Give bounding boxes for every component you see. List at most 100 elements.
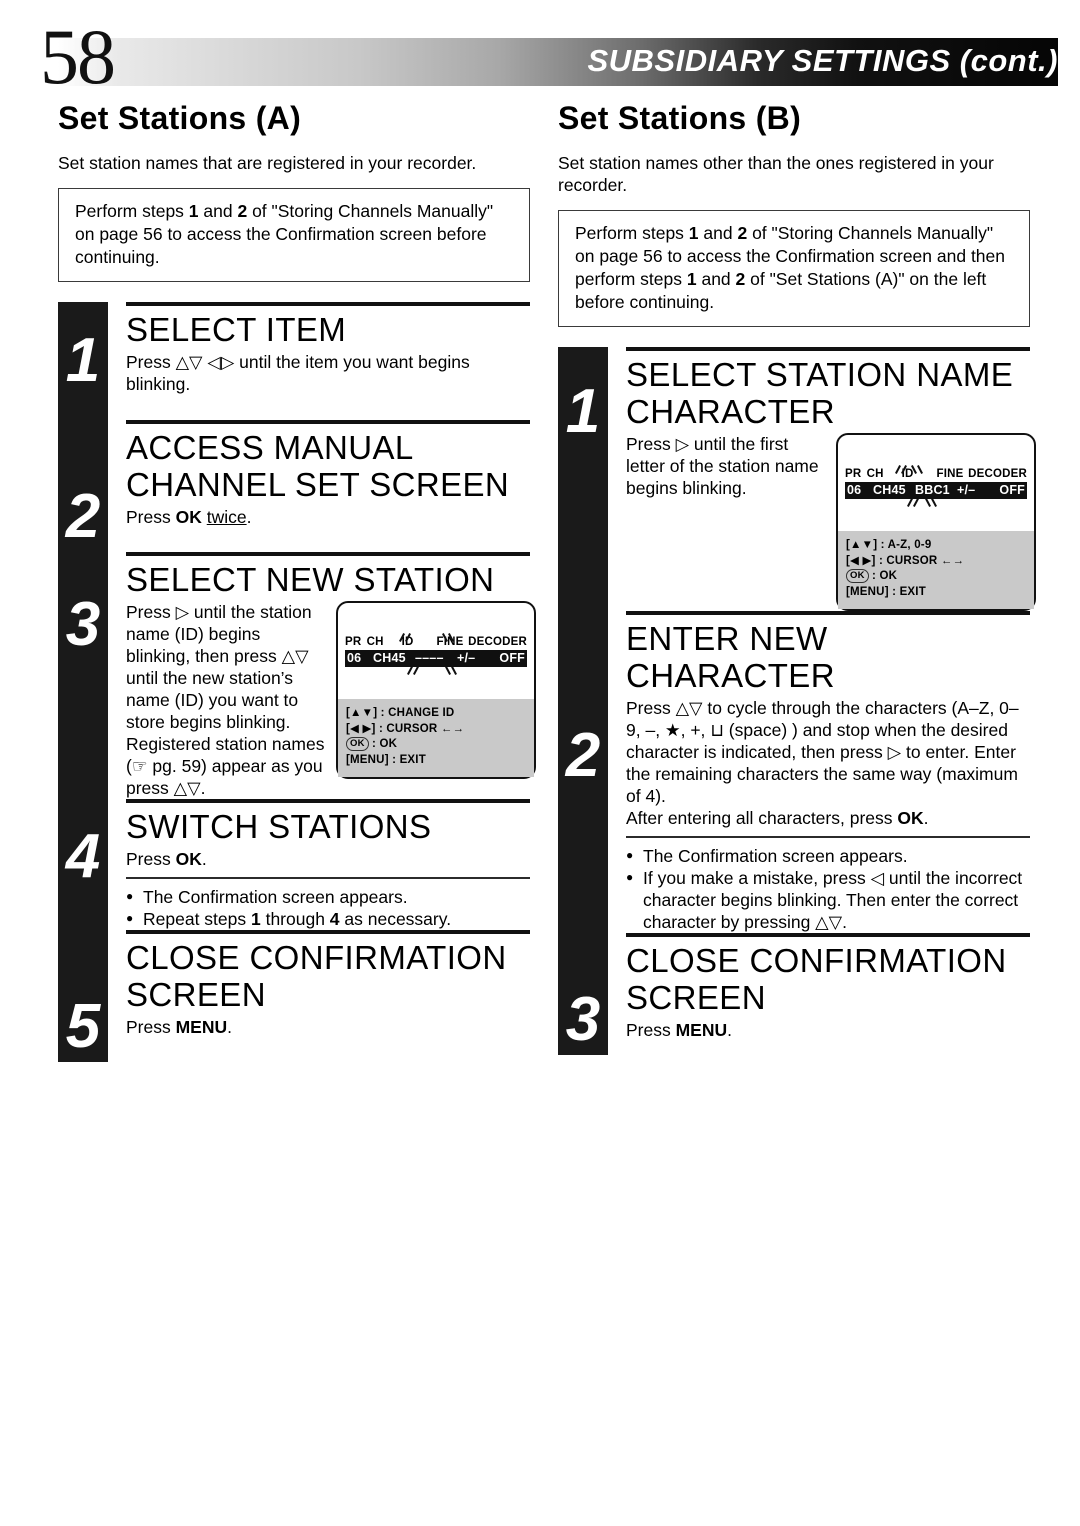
section-intro-b: Set station names other than the ones re…: [558, 153, 994, 195]
step-heading-b-2: ENTER NEW CHARACTER: [626, 620, 835, 694]
osd-col-ch-a: CH: [366, 636, 384, 648]
step-body-a-3-p1: Press ▷ until the station name (ID) begi…: [126, 602, 312, 732]
step-heading-b-1: SELECT STATION NAME CHARACTER: [626, 356, 1014, 430]
key-menu-a-5: MENU: [175, 1016, 228, 1037]
right-column: Set Stations (B) Set station names other…: [558, 100, 1036, 1055]
osd-legend-sep-a-2: :: [375, 722, 387, 735]
step-body-b-3: Press MENU.: [626, 1019, 1030, 1041]
steps-list-a: 1 SELECT ITEM Press △▽ ◁▷ until the item…: [58, 302, 536, 1062]
step-a-5: 5 CLOSE CONFIRMATION SCREEN Press MENU.: [66, 929, 530, 1062]
prereq-box-a: Perform steps 1 and 2 of "Storing Channe…: [58, 188, 530, 282]
step-body-b-2: Press △▽ to cycle through the characters…: [626, 697, 1030, 829]
step-b-2: 2 ENTER NEW CHARACTER Press △▽ to cycle …: [566, 611, 1030, 933]
step-number-a-3: 3: [65, 590, 101, 659]
osd-col-decoder-a: DECODER: [468, 636, 528, 648]
osd-legend-val-b-4: EXIT: [899, 585, 926, 598]
period-b-3: .: [727, 1019, 733, 1040]
bullet-a-4-2-t3: as necessary.: [339, 908, 452, 929]
bullet-a-4-1: The Confirmation screen appears.: [126, 885, 530, 908]
step-b-1: 1 SELECT STATION NAME CHARACTER Press ▷ …: [566, 347, 1036, 611]
osd-val-ch-b: CH45: [873, 483, 906, 497]
osd-val-decoder-b: OFF: [999, 483, 1025, 497]
press-label-a-2: Press: [126, 507, 176, 527]
prereq-b-n1: 1: [688, 223, 699, 243]
prereq-b-n3: 1: [686, 269, 697, 289]
left-column: Set Stations (A) Set station names that …: [58, 100, 536, 1062]
prereq-step-ref-2: 2: [237, 201, 248, 221]
osd-legend-val-a-1: CHANGE ID: [388, 707, 455, 719]
step-rule-b-1: [626, 347, 1030, 351]
osd-legend-line-b-2: [◀ ▶] : CURSOR ←→: [846, 554, 1026, 570]
osd-legend-val-a-2: CURSOR ←→: [386, 722, 465, 735]
step-number-a-5: 5: [65, 991, 101, 1061]
step-bullets-a-4: The Confirmation screen appears. Repeat …: [126, 885, 530, 930]
osd-value-row-a: 06 CH45 –––– +/– OFF: [345, 650, 527, 675]
step-body-a-4: Press OK.: [126, 848, 530, 870]
osd-legend-val-a-3: OK: [379, 738, 398, 750]
step-rule-b-2: [626, 611, 1030, 615]
step-number-b-2: 2: [565, 720, 601, 790]
osd-legend-key-a-1: [▲▼]: [346, 707, 378, 719]
step-a-1: 1 SELECT ITEM Press △▽ ◁▷ until the item…: [66, 302, 530, 420]
bullet-a-4-2: Repeat steps 1 through 4 as necessary.: [126, 907, 530, 930]
osd-legend-b: [▲▼] : A-Z, 0-9 [◀ ▶] : CURSOR ←→ OK : O…: [838, 531, 1034, 609]
osd-val-fine-b: +/–: [957, 483, 976, 497]
osd-legend-val-b-1: A-Z, 0-9: [887, 539, 932, 551]
osd-legend-key-b-2: [◀ ▶]: [846, 554, 876, 567]
osd-legend-val-a-4: EXIT: [399, 753, 426, 766]
page-ref-a-3: pg. 59) appear as you press △▽.: [126, 756, 323, 798]
step-subrule-a-4: [126, 877, 530, 879]
key-ok-a-4: OK: [175, 849, 202, 869]
step-number-b-3: 3: [565, 984, 601, 1054]
osd-val-id-b: BBC1: [915, 483, 950, 497]
step-body-a-1: Press △▽ ◁▷ until the item you want begi…: [126, 352, 470, 394]
osd-legend-key-a-4: [MENU]: [346, 753, 389, 766]
step-body-b-2-p2: After entering all characters, press OK.: [626, 807, 1030, 829]
osd-header-row-b: PR CH ID FINE DECODER: [838, 465, 1034, 481]
osd-legend-line-a-2: [◀ ▶] : CURSOR ←→: [346, 722, 526, 738]
osd-header-row-a: PR CH ID FINE DECODER: [338, 633, 534, 649]
step-rule-b-3: [626, 932, 1030, 937]
step-a-3: 3 SELECT NEW STATION Press ▷ until the s…: [66, 552, 536, 799]
steps-list-b: 1 SELECT STATION NAME CHARACTER Press ▷ …: [558, 347, 1036, 1055]
step-body-a-2: Press OK twice.: [126, 506, 530, 528]
step-heading-a-2: ACCESS MANUAL CHANNEL SET SCREEN: [126, 429, 510, 503]
bullet-a-4-2-t2: through: [260, 908, 330, 929]
section-title-b: Set Stations (B): [558, 100, 802, 136]
step-body-a-3: Press ▷ until the station name (ID) begi…: [126, 601, 326, 799]
step-heading-a-5: CLOSE CONFIRMATION SCREEN: [126, 938, 507, 1013]
osd-legend-line-b-1: [▲▼] : A-Z, 0-9: [846, 538, 1026, 554]
step-body-a-3-p2: Registered station names (☞ pg. 59) appe…: [126, 733, 326, 799]
after-entering-label: After entering all characters, press: [626, 808, 898, 828]
osd-ok-key-icon-b: OK: [846, 569, 869, 583]
osd-value-row-b: 06 CH45 BBC1 +/– OFF: [845, 482, 1027, 507]
osd-screen-b: PR CH ID FINE DECODER 06 CH45 BBC1 +/– O…: [836, 433, 1036, 611]
manual-page: 58 SUBSIDIARY SETTINGS (cont.) Set Stati…: [0, 0, 1080, 1526]
osd-screen-a: PR CH ID FINE DECODER 06 CH45 –––– +/– O…: [336, 601, 536, 779]
page-number: 58: [40, 13, 116, 100]
osd-col-id-a: ID: [401, 636, 414, 648]
key-ok-b-2: OK: [897, 808, 924, 828]
osd-col-id-b: ID: [901, 468, 914, 480]
osd-val-pr-a: 06: [347, 651, 362, 665]
step-subrule-b-2: [626, 836, 1030, 838]
osd-col-ch-b: CH: [866, 468, 884, 480]
osd-val-ch-a: CH45: [373, 651, 406, 665]
step-rule-a-5: [126, 929, 530, 934]
osd-col-pr-a: PR: [345, 636, 362, 648]
osd-col-pr-b: PR: [845, 468, 862, 480]
osd-legend-key-b-4: [MENU]: [846, 585, 889, 598]
step-number-a-2: 2: [65, 482, 101, 551]
osd-legend-sep-b-4: :: [888, 585, 900, 598]
step-number-a-4: 4: [65, 821, 101, 891]
prereq-text-a-1: Perform steps: [75, 201, 189, 221]
bullet-b-2-1: The Confirmation screen appears.: [626, 844, 1030, 867]
prereq-text-b-1: Perform steps: [575, 223, 689, 243]
osd-legend-line-b-3: OK : OK: [846, 569, 1026, 585]
step-content-a-3: Press ▷ until the station name (ID) begi…: [126, 601, 536, 799]
period-a-2: .: [246, 507, 252, 527]
osd-legend-val-b-3: OK: [879, 570, 898, 582]
pointing-hand-icon: ☞: [131, 756, 148, 776]
osd-legend-sep-a-3: :: [368, 738, 380, 750]
bullet-b-2-2: If you make a mistake, press ◁ until the…: [626, 866, 1030, 933]
